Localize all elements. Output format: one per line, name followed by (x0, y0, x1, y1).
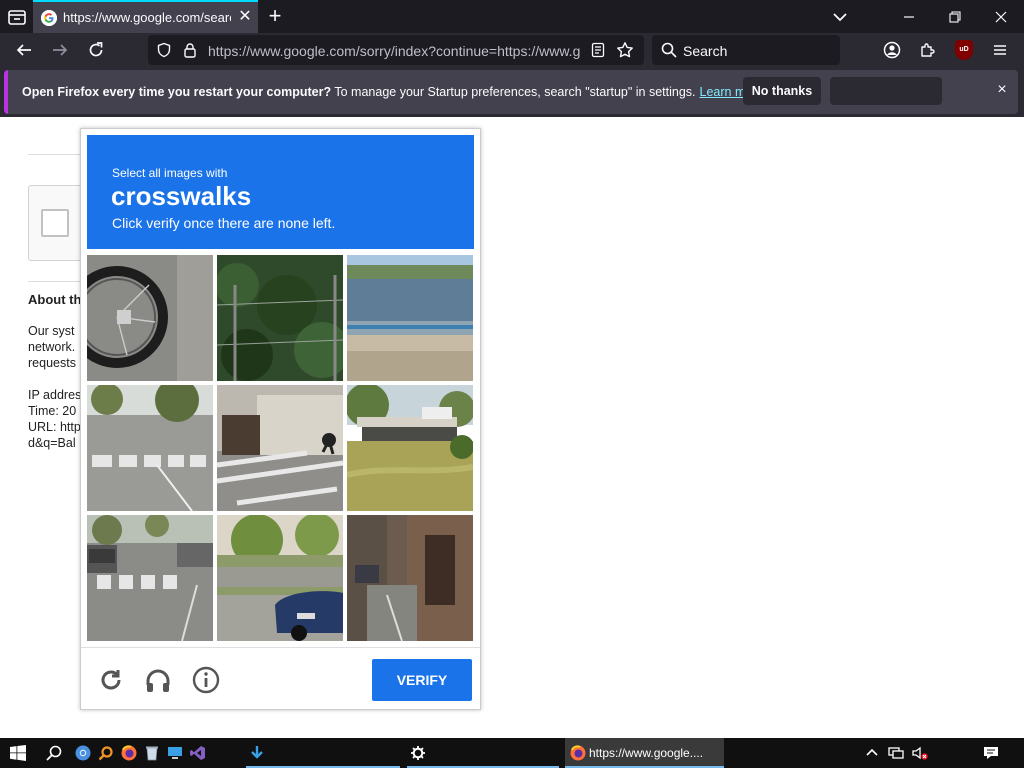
minimize-button[interactable] (886, 0, 932, 33)
visual-studio-icon[interactable] (187, 742, 209, 764)
reload-icon[interactable] (84, 38, 108, 62)
chevron-up-icon[interactable] (861, 742, 883, 764)
recaptcha-checkbox[interactable] (41, 209, 69, 237)
search-tool-icon[interactable] (95, 742, 117, 764)
audio-challenge-headphones-icon[interactable] (143, 665, 173, 695)
image-tile[interactable] (87, 385, 213, 511)
startup-action-button[interactable] (830, 77, 942, 105)
notification-bar-container: Open Firefox every time you restart your… (0, 67, 1024, 117)
tab-strip: https://www.google.com/search ✕ + (0, 0, 1024, 33)
chevron-down-icon[interactable] (830, 7, 850, 27)
instruction-sub: Click verify once there are none left. (112, 215, 336, 231)
divider (28, 281, 88, 282)
taskbar-downloads-task[interactable] (246, 738, 400, 768)
body-line: Time: 20 (28, 404, 77, 418)
tab-list-icon[interactable] (6, 6, 28, 28)
startup-notification-bar: Open Firefox every time you restart your… (4, 70, 1018, 114)
reader-view-icon[interactable] (590, 42, 606, 58)
new-tab-button[interactable]: + (264, 5, 286, 28)
search-icon (661, 42, 677, 58)
footer-divider (81, 647, 480, 648)
notification-bold-text: Open Firefox every time you restart your… (22, 85, 332, 99)
google-favicon-icon (41, 10, 57, 26)
search-bar[interactable]: Search (652, 35, 840, 65)
verify-button[interactable]: VERIFY (372, 659, 472, 701)
tab-close-icon[interactable]: ✕ (237, 9, 253, 25)
image-tile[interactable] (87, 515, 213, 641)
network-icon[interactable] (885, 742, 907, 764)
image-tile[interactable] (347, 255, 473, 381)
windows-taskbar: https://www.google.... (0, 738, 1024, 768)
search-icon[interactable] (43, 742, 65, 764)
image-tile[interactable] (217, 255, 343, 381)
hamburger-menu-icon[interactable] (988, 38, 1012, 62)
body-line: Our syst (28, 324, 75, 338)
volume-muted-icon[interactable] (909, 742, 931, 764)
recycle-bin-icon[interactable] (141, 742, 163, 764)
notification-center-icon[interactable] (980, 742, 1002, 764)
this-pc-icon[interactable] (164, 742, 186, 764)
image-grid (87, 255, 474, 642)
image-tile[interactable] (347, 385, 473, 511)
url-text[interactable]: https://www.google.com/sorry/index?conti… (208, 43, 582, 59)
notification-message: Open Firefox every time you restart your… (22, 85, 763, 99)
firefox-icon (567, 742, 589, 764)
body-line: requests (28, 356, 76, 370)
chrome-icon[interactable] (72, 742, 94, 764)
image-tile[interactable] (217, 385, 343, 511)
tab-title: https://www.google.com/search (63, 10, 231, 25)
body-line: d&q=Bal (28, 436, 76, 450)
target-object: crosswalks (111, 181, 252, 211)
body-line: IP addres (28, 388, 82, 402)
divider (28, 154, 88, 155)
body-line: URL: http (28, 420, 81, 434)
back-arrow-icon[interactable] (12, 38, 36, 62)
recaptcha-challenge-popup: Select all images with crosswalks Click … (80, 128, 481, 710)
url-bar[interactable]: https://www.google.com/sorry/index?conti… (148, 35, 644, 65)
firefox-icon[interactable] (118, 742, 140, 764)
ublock-origin-icon[interactable]: uD (955, 40, 973, 60)
lock-icon[interactable] (182, 42, 198, 58)
tab-google-search[interactable]: https://www.google.com/search ✕ (33, 0, 258, 33)
taskbar-firefox-task[interactable]: https://www.google.... (565, 738, 724, 768)
reload-challenge-icon[interactable] (96, 665, 126, 695)
image-tile[interactable] (87, 255, 213, 381)
restore-button[interactable] (932, 0, 978, 33)
no-thanks-button[interactable]: No thanks (743, 77, 821, 105)
tracking-protection-shield-icon[interactable] (156, 42, 172, 58)
download-arrow-icon (246, 742, 268, 764)
info-icon[interactable] (191, 665, 221, 695)
image-tile[interactable] (217, 515, 343, 641)
windows-start-icon[interactable] (7, 742, 29, 764)
gear-icon (407, 742, 429, 764)
notification-text: To manage your Startup preferences, sear… (331, 85, 696, 99)
account-icon[interactable] (880, 38, 904, 62)
body-line: network. (28, 340, 76, 354)
navigation-bar: https://www.google.com/sorry/index?conti… (0, 33, 1024, 67)
close-window-button[interactable] (978, 0, 1024, 33)
task-title: https://www.google.... (589, 746, 704, 760)
challenge-header: Select all images with crosswalks Click … (87, 135, 474, 249)
forward-arrow-icon[interactable] (48, 38, 72, 62)
extensions-puzzle-icon[interactable] (916, 38, 940, 62)
bookmark-star-icon[interactable] (616, 41, 634, 59)
close-icon[interactable]: × (994, 82, 1010, 98)
taskbar-settings-task[interactable] (407, 738, 559, 768)
image-tile[interactable] (347, 515, 473, 641)
about-heading: About th (28, 292, 82, 307)
recaptcha-anchor-widget (28, 185, 88, 261)
search-placeholder: Search (683, 43, 728, 59)
instruction-small: Select all images with (112, 166, 228, 180)
